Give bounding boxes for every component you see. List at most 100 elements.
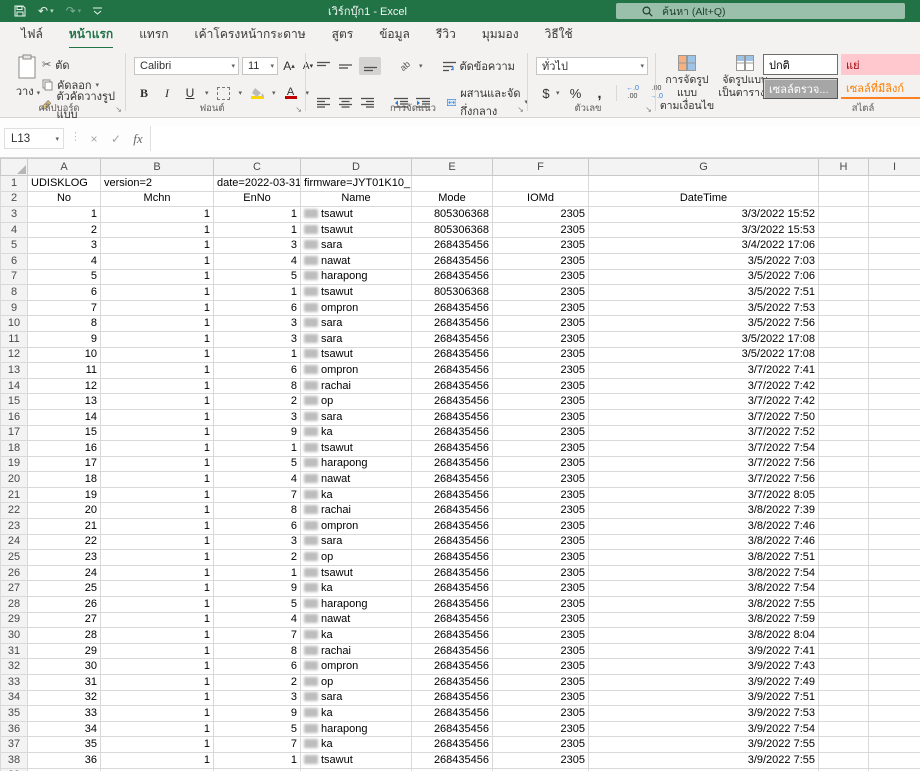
cell[interactable]: 5 xyxy=(214,456,301,472)
col-header-D[interactable]: D xyxy=(301,159,412,176)
row-header-29[interactable]: 29 xyxy=(1,612,28,628)
row-header-7[interactable]: 7 xyxy=(1,269,28,285)
cell[interactable]: 3/5/2022 7:56 xyxy=(589,316,819,332)
row-header-3[interactable]: 3 xyxy=(1,207,28,223)
cell[interactable] xyxy=(819,300,869,316)
cell[interactable]: 1 xyxy=(101,659,214,675)
cell[interactable]: 2 xyxy=(214,550,301,566)
cell[interactable]: 7 xyxy=(214,628,301,644)
col-header-B[interactable]: B xyxy=(101,159,214,176)
cell[interactable] xyxy=(869,456,920,472)
row-header-21[interactable]: 21 xyxy=(1,487,28,503)
cell[interactable]: 21 xyxy=(28,519,101,535)
cell[interactable]: 1 xyxy=(101,363,214,379)
row-header-1[interactable]: 1 xyxy=(1,176,28,192)
cell[interactable]: 268435456 xyxy=(412,690,493,706)
cell[interactable]: 2305 xyxy=(493,534,589,550)
cell[interactable]: 6 xyxy=(214,659,301,675)
cell[interactable]: 1 xyxy=(28,207,101,223)
cell[interactable]: 805306368 xyxy=(412,207,493,223)
row-header-33[interactable]: 33 xyxy=(1,675,28,691)
cell[interactable]: 2305 xyxy=(493,253,589,269)
cell[interactable]: 1 xyxy=(101,222,214,238)
cell[interactable]: Mchn xyxy=(101,191,214,207)
cell[interactable]: 2305 xyxy=(493,565,589,581)
row-header-31[interactable]: 31 xyxy=(1,643,28,659)
cell[interactable] xyxy=(819,425,869,441)
cell[interactable]: 3/7/2022 7:41 xyxy=(589,363,819,379)
cell[interactable]: 1 xyxy=(101,721,214,737)
cell[interactable]: UDISKLOG xyxy=(28,176,101,192)
cell[interactable]: firmware=JYT01K10_En2_v304 xyxy=(301,176,412,192)
cell[interactable]: 268435456 xyxy=(412,659,493,675)
cell[interactable]: 1 xyxy=(101,675,214,691)
cell[interactable]: 3/9/2022 7:54 xyxy=(589,721,819,737)
cell[interactable]: 28 xyxy=(28,628,101,644)
cell[interactable] xyxy=(869,519,920,535)
cell[interactable]: tsawut xyxy=(301,285,412,301)
increase-font-size-button[interactable]: A▴ xyxy=(281,57,297,75)
cell[interactable] xyxy=(869,581,920,597)
cell[interactable]: 2305 xyxy=(493,222,589,238)
cell[interactable] xyxy=(869,425,920,441)
cell[interactable]: sara xyxy=(301,534,412,550)
cell[interactable]: 3/9/2022 7:41 xyxy=(589,643,819,659)
tab-help[interactable]: วิธีใช้ xyxy=(532,22,586,48)
cell[interactable]: 1 xyxy=(214,285,301,301)
cell[interactable] xyxy=(869,675,920,691)
cell[interactable] xyxy=(869,378,920,394)
number-format-combo[interactable]: ทั่วไป▾ xyxy=(536,57,648,75)
cut-button[interactable]: ✂ ตัด xyxy=(42,56,70,73)
cell[interactable]: 3/5/2022 7:06 xyxy=(589,269,819,285)
cell[interactable]: 1 xyxy=(101,565,214,581)
cell[interactable]: 1 xyxy=(101,409,214,425)
col-header-I[interactable]: I xyxy=(869,159,920,176)
cell[interactable] xyxy=(819,331,869,347)
cell[interactable]: 3/9/2022 7:53 xyxy=(589,706,819,722)
cell[interactable]: 268435456 xyxy=(412,331,493,347)
cell[interactable]: 1 xyxy=(101,597,214,613)
cell[interactable]: 3/8/2022 7:51 xyxy=(589,550,819,566)
cell[interactable]: sara xyxy=(301,331,412,347)
col-header-H[interactable]: H xyxy=(819,159,869,176)
col-header-C[interactable]: C xyxy=(214,159,301,176)
cell[interactable]: 3 xyxy=(214,331,301,347)
cell[interactable]: 1 xyxy=(101,441,214,457)
cell[interactable]: ka xyxy=(301,425,412,441)
cell[interactable]: 268435456 xyxy=(412,752,493,768)
cell[interactable]: op xyxy=(301,675,412,691)
cell[interactable]: 2305 xyxy=(493,612,589,628)
cell[interactable]: IOMd xyxy=(493,191,589,207)
cell[interactable]: op xyxy=(301,550,412,566)
cell[interactable]: 268435456 xyxy=(412,628,493,644)
cell[interactable]: 30 xyxy=(28,659,101,675)
cell[interactable]: 17 xyxy=(28,456,101,472)
cell[interactable]: 1 xyxy=(101,472,214,488)
cell[interactable]: 4 xyxy=(214,253,301,269)
cell[interactable]: 2 xyxy=(214,675,301,691)
cell[interactable] xyxy=(819,456,869,472)
cell[interactable]: op xyxy=(301,394,412,410)
cell[interactable]: 268435456 xyxy=(412,347,493,363)
cell[interactable] xyxy=(819,721,869,737)
row-header-23[interactable]: 23 xyxy=(1,519,28,535)
cell[interactable]: 3/7/2022 7:56 xyxy=(589,456,819,472)
cell[interactable]: 1 xyxy=(214,565,301,581)
orientation-button[interactable]: ab xyxy=(397,57,413,75)
cell[interactable]: sara xyxy=(301,690,412,706)
cell[interactable] xyxy=(819,565,869,581)
cell[interactable]: tsawut xyxy=(301,347,412,363)
cell[interactable]: 2305 xyxy=(493,706,589,722)
select-all-corner[interactable] xyxy=(1,159,28,176)
cell[interactable]: 268435456 xyxy=(412,721,493,737)
cell[interactable]: 34 xyxy=(28,721,101,737)
col-header-E[interactable]: E xyxy=(412,159,493,176)
col-header-F[interactable]: F xyxy=(493,159,589,176)
cell[interactable]: 1 xyxy=(101,285,214,301)
cell[interactable]: 19 xyxy=(28,487,101,503)
cell[interactable]: 1 xyxy=(101,378,214,394)
cell[interactable] xyxy=(869,503,920,519)
cell[interactable]: harapong xyxy=(301,456,412,472)
cell[interactable] xyxy=(819,472,869,488)
row-header-16[interactable]: 16 xyxy=(1,409,28,425)
